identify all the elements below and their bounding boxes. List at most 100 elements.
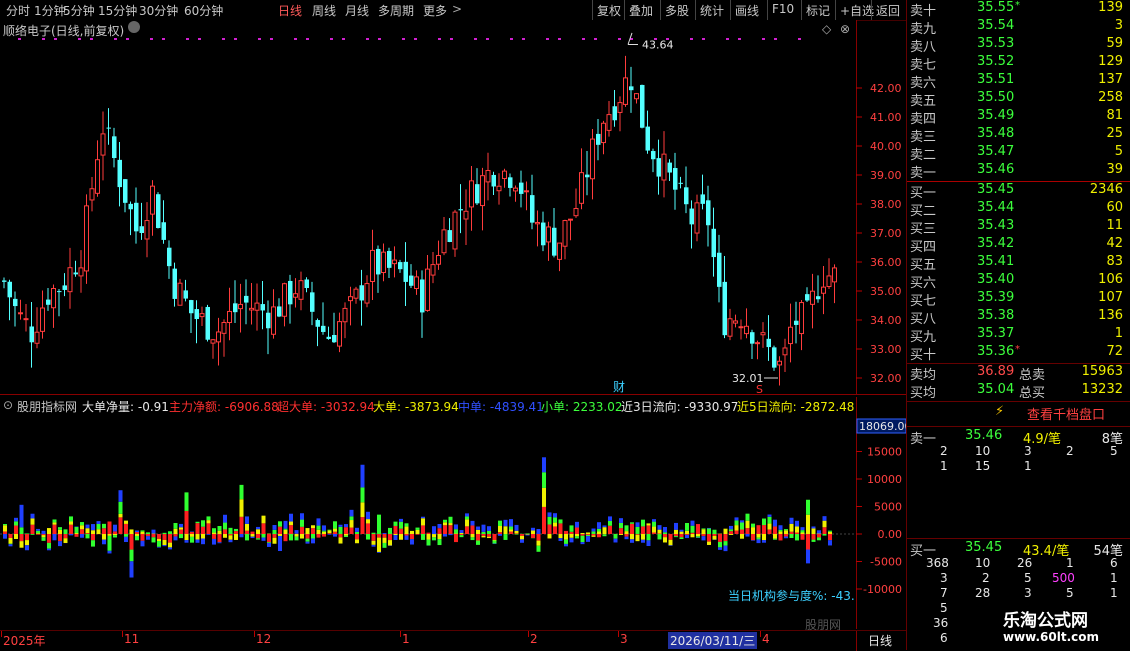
ask-row[interactable]: 卖九35.543	[907, 18, 1130, 36]
tab-period-5[interactable]: 60分钟	[184, 2, 223, 19]
chevron-right-icon[interactable]: >	[452, 2, 462, 16]
toolbar-action-7[interactable]: +自选	[840, 2, 874, 19]
signal-dot	[186, 38, 189, 40]
flow-bar	[487, 537, 491, 538]
toolbar-action-5[interactable]: F10	[772, 2, 794, 16]
bid-price: 35.42	[977, 236, 1014, 251]
ask-row[interactable]: 卖二35.475	[907, 144, 1130, 162]
close-icon[interactable]: ⊗	[840, 22, 850, 36]
flow-bar	[146, 536, 150, 540]
flow-bar	[141, 532, 145, 534]
date-tick	[760, 631, 761, 637]
cai-marker[interactable]: 财	[613, 380, 625, 394]
flow-bar	[476, 541, 480, 545]
flow-bar	[636, 535, 640, 541]
flow-bar	[592, 531, 596, 534]
ask-row[interactable]: 卖七35.52129	[907, 54, 1130, 72]
tab-period-8[interactable]: 月线	[345, 2, 369, 19]
flow-bar	[377, 538, 381, 552]
ask-row[interactable]: 卖一35.4639	[907, 162, 1130, 180]
toolbar-action-6[interactable]: 标记	[806, 2, 830, 19]
ask-row[interactable]: 卖五35.50258	[907, 90, 1130, 108]
bid-row[interactable]: 买六35.40106	[907, 272, 1130, 290]
bid-row[interactable]: 买五35.4183	[907, 254, 1130, 272]
bid-row[interactable]: 买七35.39107	[907, 290, 1130, 308]
candle-up	[68, 268, 72, 292]
flow-bar	[553, 517, 557, 522]
candle-down	[640, 85, 645, 128]
queue-cell: 26	[1017, 556, 1032, 570]
toolbar-divider	[767, 0, 768, 20]
kline-chart[interactable]: 42.0041.0040.0039.0038.0037.0036.0035.00…	[0, 20, 906, 395]
flow-bar	[658, 530, 662, 534]
bid-row[interactable]: 买十35.36*72	[907, 344, 1130, 362]
flow-bar	[179, 534, 183, 538]
flow-bar	[256, 538, 260, 539]
tab-period-2[interactable]: 5分钟	[63, 2, 95, 19]
flow-bar	[641, 520, 645, 527]
bid-vol: 60	[1106, 200, 1123, 215]
diamond-icon[interactable]: ◇	[822, 22, 831, 36]
ask-row[interactable]: 卖八35.5359	[907, 36, 1130, 54]
toolbar-action-3[interactable]: 统计	[700, 2, 724, 19]
tab-period-3[interactable]: 15分钟	[98, 2, 137, 19]
ask-row[interactable]: 卖六35.51137	[907, 72, 1130, 90]
ask-row[interactable]: 卖十35.55*139	[907, 0, 1130, 18]
toolbar-action-0[interactable]: 复权	[597, 2, 621, 19]
candle-up	[178, 283, 182, 305]
divider	[907, 538, 1130, 539]
candle-up	[24, 319, 28, 320]
toolbar-action-8[interactable]: 返回	[876, 2, 900, 19]
flow-bar	[658, 534, 662, 539]
flow-bar	[592, 534, 596, 535]
indicator-dropdown-icon[interactable]: ⊙	[3, 398, 13, 412]
ask-row[interactable]: 卖四35.4981	[907, 108, 1130, 126]
thousand-book-button[interactable]: ⚡查看千档盘口	[907, 404, 1130, 424]
ask-row[interactable]: 卖三35.4825	[907, 126, 1130, 144]
price-chart-panel[interactable]: 42.0041.0040.0039.0038.0037.0036.0035.00…	[0, 20, 906, 395]
flow-bar	[355, 534, 359, 539]
signal-dot	[546, 38, 549, 40]
tab-period-1[interactable]: 1分钟	[34, 2, 66, 19]
flow-bar	[119, 490, 123, 502]
tab-period-7[interactable]: 周线	[312, 2, 336, 19]
bid-row[interactable]: 买八35.38136	[907, 308, 1130, 326]
flow-bar	[768, 515, 772, 517]
bid-row[interactable]: 买一35.452346	[907, 182, 1130, 200]
toolbar-action-4[interactable]: 画线	[735, 2, 759, 19]
candle-down	[277, 306, 282, 316]
tab-period-9[interactable]: 多周期	[378, 2, 414, 19]
tab-period-6[interactable]: 日线	[278, 2, 302, 19]
thousand-book-label: 查看千档盘口	[1027, 404, 1105, 423]
title-dropdown-icon[interactable]	[128, 21, 140, 33]
flow-bar	[322, 534, 326, 537]
tab-period-10[interactable]: 更多	[423, 2, 447, 19]
flow-bar	[773, 520, 777, 527]
candle-up	[558, 243, 562, 259]
flow-bar	[559, 519, 563, 523]
bid-row[interactable]: 买九35.371	[907, 326, 1130, 344]
bid-row[interactable]: 买三35.4311	[907, 218, 1130, 236]
flow-bar	[295, 537, 299, 541]
flow-bar	[806, 515, 810, 534]
flow-bar	[207, 523, 211, 534]
bid-row[interactable]: 买二35.4460	[907, 200, 1130, 218]
avg-price: 36.89	[977, 364, 1014, 379]
bid-row[interactable]: 买四35.4242	[907, 236, 1130, 254]
flow-bar	[251, 534, 255, 537]
indicator-panel[interactable]: 18069.00150001000050000.00-5000-10000 ⊙股…	[0, 397, 906, 629]
toolbar-action-2[interactable]: 多股	[665, 2, 689, 19]
flow-bar	[14, 526, 18, 534]
ask-label: 卖一	[910, 162, 936, 181]
indicator-name[interactable]: 股朋指标网	[17, 398, 77, 415]
bid-vol: 2346	[1090, 182, 1123, 197]
toolbar-action-1[interactable]: 叠加	[629, 2, 653, 19]
flow-bar	[64, 538, 68, 543]
tab-period-0[interactable]: 分时	[6, 2, 30, 19]
price-tick: 40.00	[870, 140, 902, 153]
ask-label: 卖八	[910, 36, 936, 55]
tab-period-4[interactable]: 30分钟	[139, 2, 178, 19]
flow-bar	[542, 472, 546, 488]
flow-bar	[366, 519, 370, 523]
flow-bar	[784, 529, 788, 530]
